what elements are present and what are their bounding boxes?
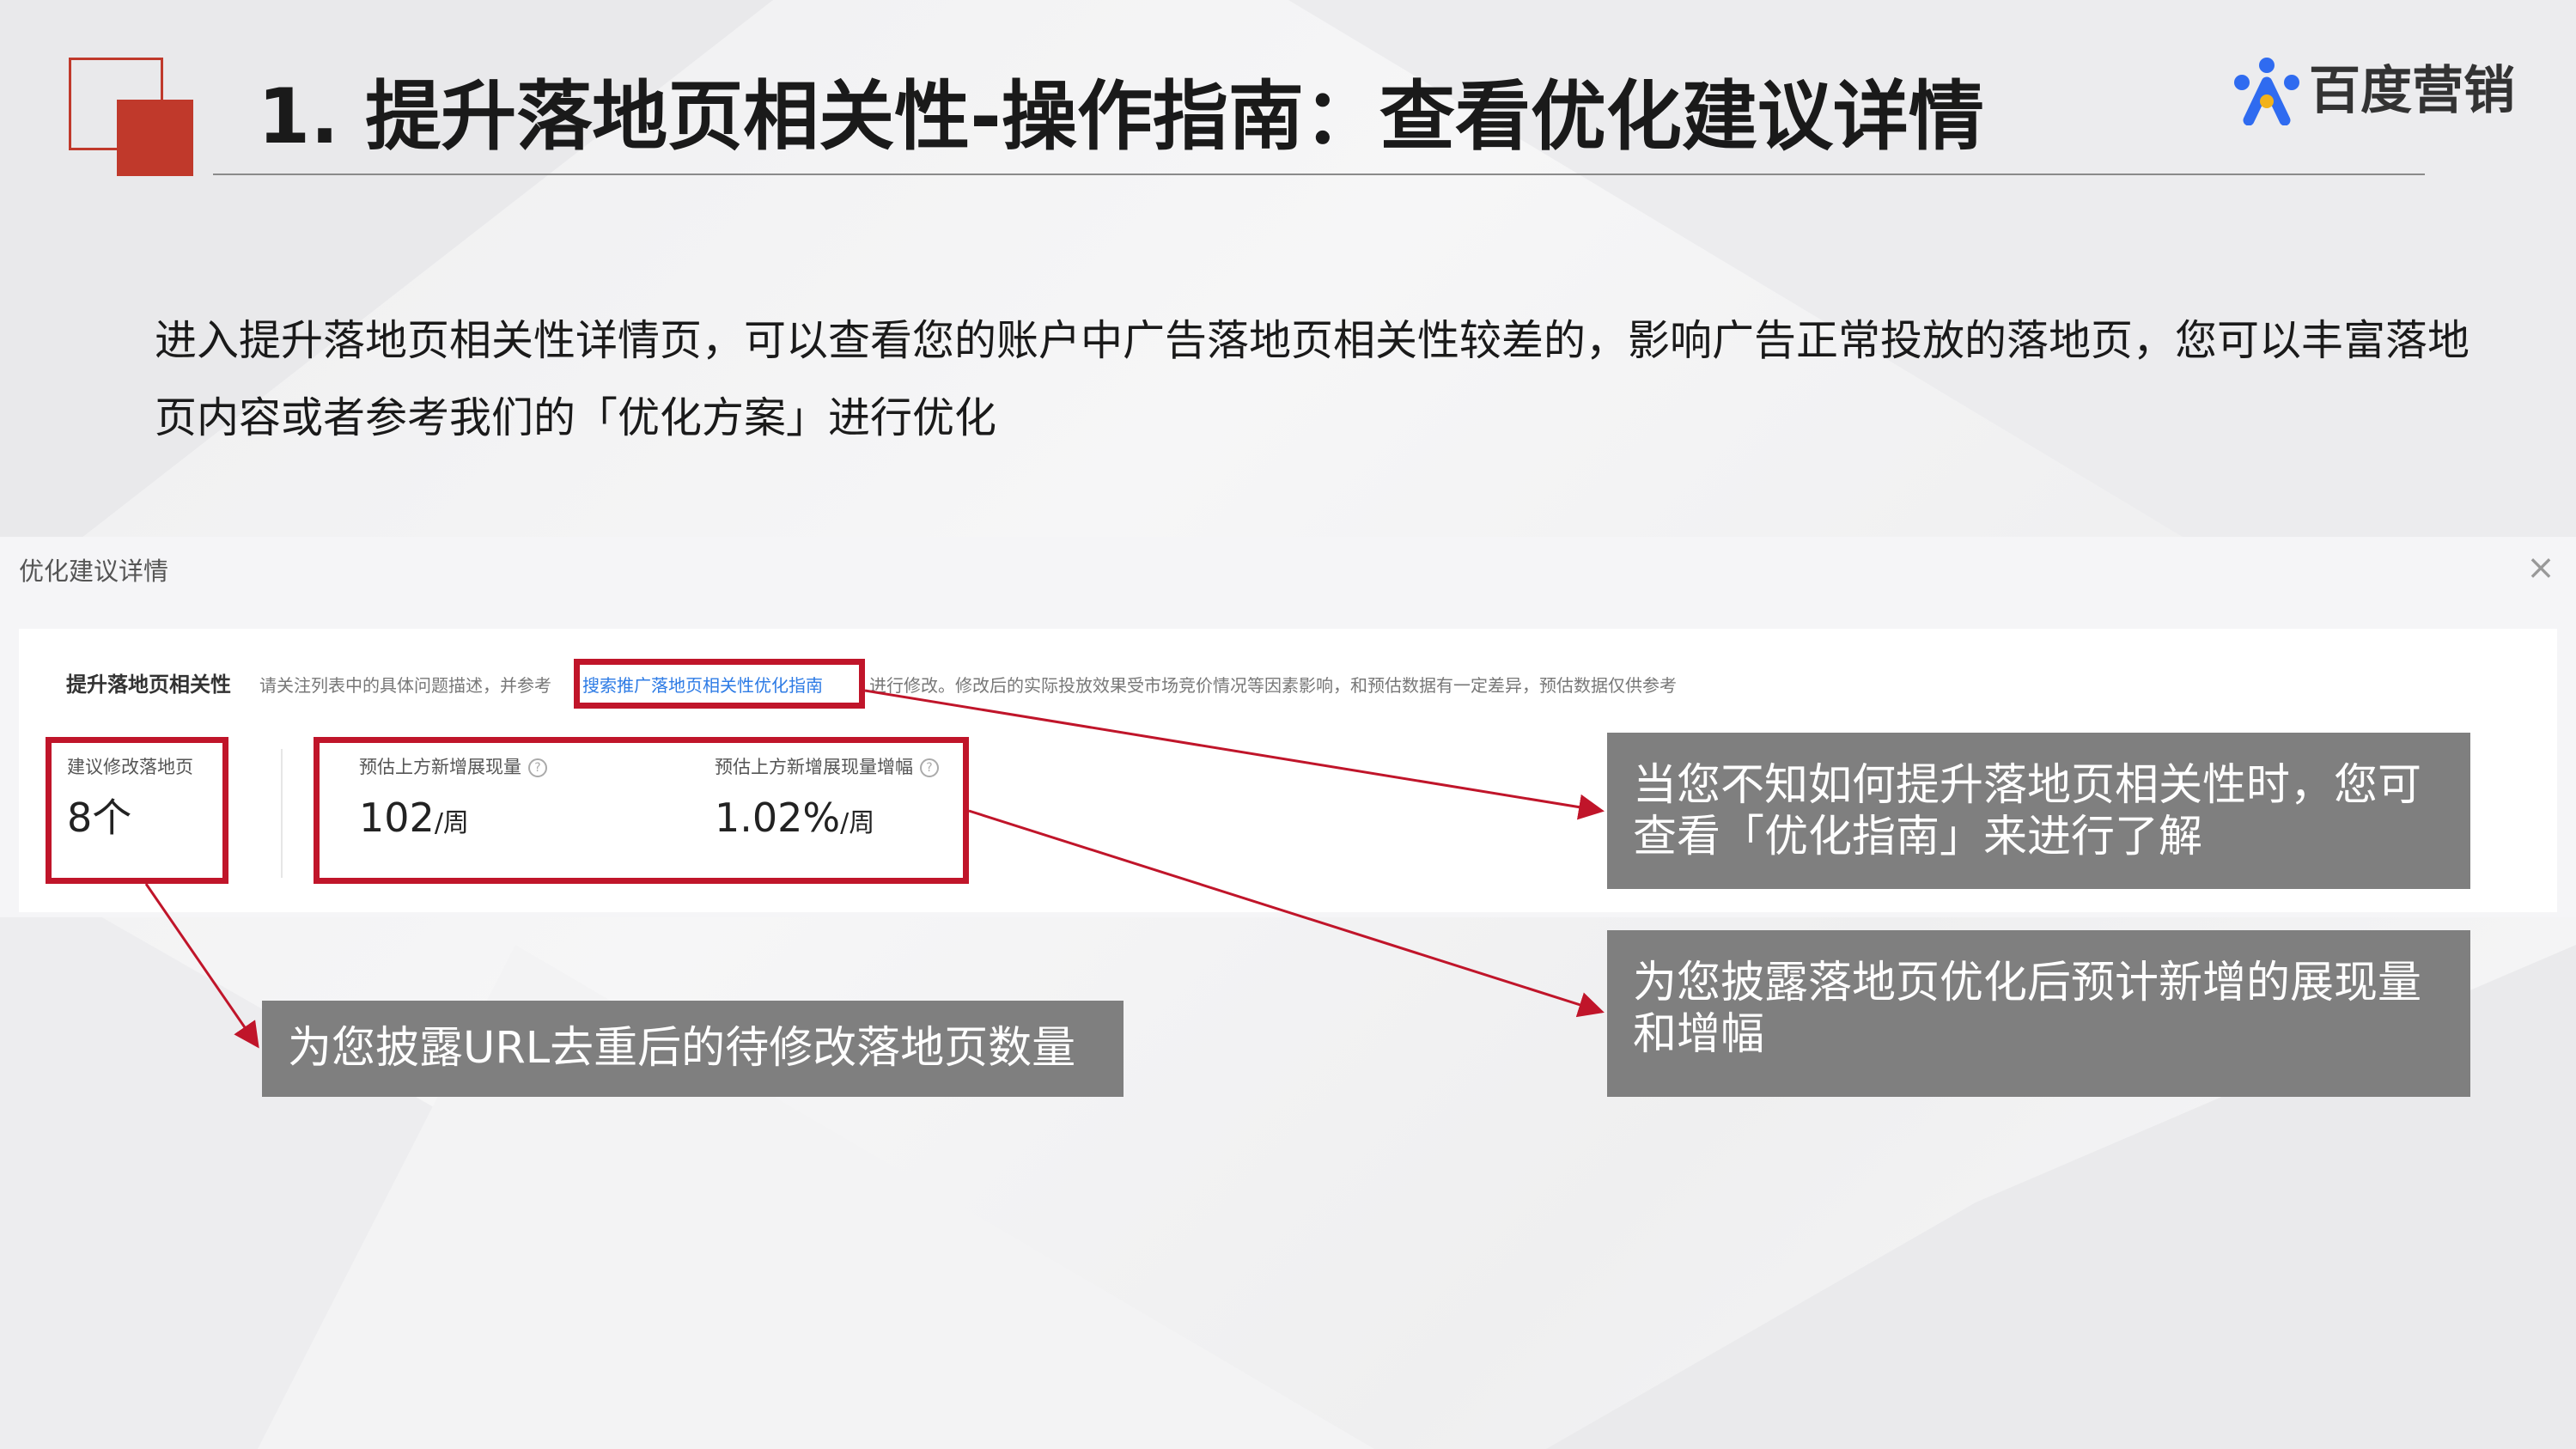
card-heading: 提升落地页相关性 xyxy=(66,673,231,697)
panel-title: 优化建议详情 xyxy=(19,557,169,586)
title-square-fill xyxy=(117,100,193,176)
slide-title: 1. 提升落地页相关性-操作指南：查看优化建议详情 xyxy=(258,72,1984,161)
callout-guide: 当您不知如何提升落地页相关性时，您可查看「优化指南」来进行了解 xyxy=(1607,733,2470,889)
brand-name: 百度营销 xyxy=(2309,61,2515,121)
brand-logo: 百度营销 xyxy=(2230,55,2522,127)
card-description: 请关注列表中的具体问题描述，并参考 xyxy=(259,675,551,696)
close-icon[interactable]: × xyxy=(2524,551,2558,585)
highlight-guide-link xyxy=(574,659,865,709)
title-underline xyxy=(213,174,2425,175)
stat-divider xyxy=(281,749,283,878)
intro-paragraph: 进入提升落地页相关性详情页，可以查看您的账户中广告落地页相关性较差的，影响广告正… xyxy=(155,316,2470,442)
callout-pages: 为您披露URL去重后的待修改落地页数量 xyxy=(262,1001,1124,1097)
highlight-impression-stats xyxy=(314,737,969,884)
callout-impressions: 为您披露落地页优化后预计新增的展现量和增幅 xyxy=(1607,930,2470,1097)
highlight-pages-stat xyxy=(46,737,228,884)
card-description-tail: 进行修改。修改后的实际投放效果受市场竞价情况等因素影响，和预估数据有一定差异，预… xyxy=(869,675,1677,696)
brand-mark-icon xyxy=(2234,58,2299,125)
